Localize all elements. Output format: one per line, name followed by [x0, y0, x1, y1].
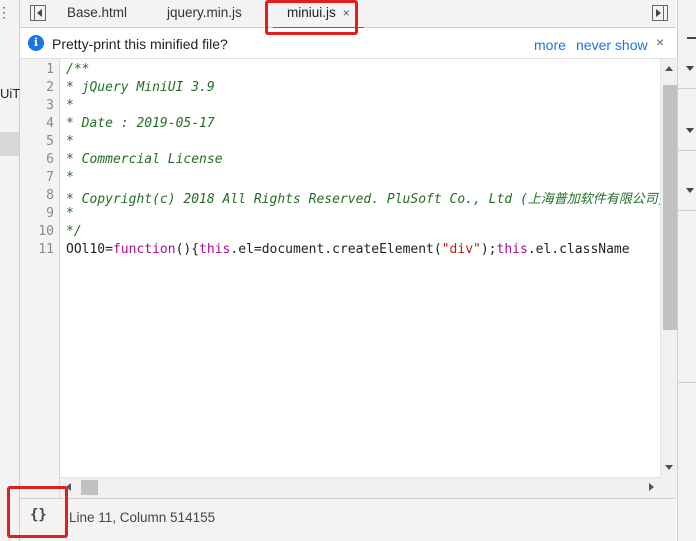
code-line: * jQuery MiniUI 3.9 [66, 80, 215, 95]
comment-text: * [66, 170, 74, 185]
code-line: OOl10=function(){this.el=document.create… [66, 242, 630, 257]
section-expand-icon[interactable] [686, 188, 694, 193]
debugger-panel-edge [677, 0, 696, 541]
panel-divider [678, 210, 696, 211]
line-number[interactable]: 3 [24, 98, 54, 113]
navigator-panel-edge: ⋮ UiT [0, 0, 20, 541]
vertical-scroll-thumb[interactable] [663, 85, 677, 330]
code-line: /** [66, 62, 89, 77]
line-number[interactable]: 9 [24, 206, 54, 221]
code-line: * [66, 170, 74, 185]
scroll-down-icon[interactable] [665, 465, 673, 470]
code-token: .el=document.createElement( [230, 242, 442, 257]
line-number-gutter[interactable]: 1 2 3 4 5 6 7 8 9 10 11 [20, 59, 60, 498]
section-expand-icon[interactable] [686, 128, 694, 133]
infobar-message: Pretty-print this minified file? [52, 36, 228, 52]
comment-text: * Date : 2019-05-17 [66, 116, 215, 131]
navigator-item-fragment[interactable]: UiT [0, 86, 20, 101]
code-line: * [66, 98, 74, 113]
comment-text: * [66, 98, 74, 113]
comment-text: * jQuery MiniUI 3.9 [66, 80, 215, 95]
navigator-selected-row[interactable] [0, 132, 19, 156]
toggle-debugger-icon[interactable] [652, 5, 668, 21]
horizontal-scrollbar[interactable] [60, 477, 660, 498]
pause-bar-icon[interactable] [687, 37, 696, 39]
line-number[interactable]: 4 [24, 116, 54, 131]
line-number[interactable]: 2 [24, 80, 54, 95]
code-line: * Date : 2019-05-17 [66, 116, 215, 131]
line-number[interactable]: 7 [24, 170, 54, 185]
panel-divider [678, 382, 696, 383]
scrollbar-corner [660, 477, 677, 498]
toggle-navigator-icon[interactable] [30, 5, 46, 21]
code-line: * [66, 134, 74, 149]
more-link[interactable]: more [534, 37, 566, 53]
code-editor[interactable]: /** * jQuery MiniUI 3.9 * * Date : 2019-05-… [60, 59, 660, 477]
comment-text: * Copyright(c) 2018 All Rights Reserved.… [66, 192, 660, 207]
string-token: "div" [441, 242, 481, 257]
info-icon: i [28, 35, 44, 51]
keyword-token: this [199, 242, 231, 257]
line-number[interactable]: 8 [24, 188, 54, 203]
tab-label: Base.html [67, 5, 128, 20]
scroll-up-icon[interactable] [665, 66, 673, 71]
panel-divider [678, 150, 696, 151]
line-number[interactable]: 5 [24, 134, 54, 149]
tab-label: jquery.min.js [167, 5, 242, 20]
cursor-position: Line 11, Column 514155 [69, 510, 216, 525]
active-tab-highlight [265, 0, 358, 35]
section-expand-icon[interactable] [686, 66, 694, 71]
line-number[interactable]: 11 [24, 242, 54, 257]
line-number[interactable]: 6 [24, 152, 54, 167]
code-line: */ [66, 224, 82, 239]
vertical-scrollbar[interactable] [660, 59, 677, 477]
panel-divider [678, 88, 696, 89]
keyword-token: this [496, 242, 528, 257]
line-number[interactable]: 1 [24, 62, 54, 77]
scroll-right-icon[interactable] [649, 483, 654, 491]
code-line: * Commercial License [66, 152, 223, 167]
comment-text: /** [66, 62, 90, 77]
code-token: .el.className [527, 242, 630, 257]
tab-jquery-min-js[interactable]: jquery.min.js [167, 0, 242, 27]
close-infobar-icon[interactable]: × [656, 34, 664, 50]
horizontal-scroll-thumb[interactable] [81, 480, 98, 495]
comment-text: */ [66, 224, 82, 239]
code-line: * [66, 206, 74, 221]
more-options-icon[interactable]: ⋮ [0, 4, 11, 21]
comment-text: * [66, 134, 74, 149]
comment-text: * [66, 206, 74, 221]
never-show-link[interactable]: never show [576, 37, 648, 53]
comment-text: * Commercial License [66, 152, 223, 167]
code-token: ); [480, 242, 497, 257]
code-token: OOl10= [66, 242, 113, 257]
tab-base-html[interactable]: Base.html [67, 0, 127, 27]
editor-status-bar: {} Line 11, Column 514155 [20, 498, 676, 541]
code-token: (){ [175, 242, 200, 257]
pretty-print-highlight [7, 486, 68, 538]
line-number[interactable]: 10 [24, 224, 54, 239]
keyword-token: function [112, 242, 176, 257]
code-line: * Copyright(c) 2018 All Rights Reserved.… [66, 188, 660, 207]
